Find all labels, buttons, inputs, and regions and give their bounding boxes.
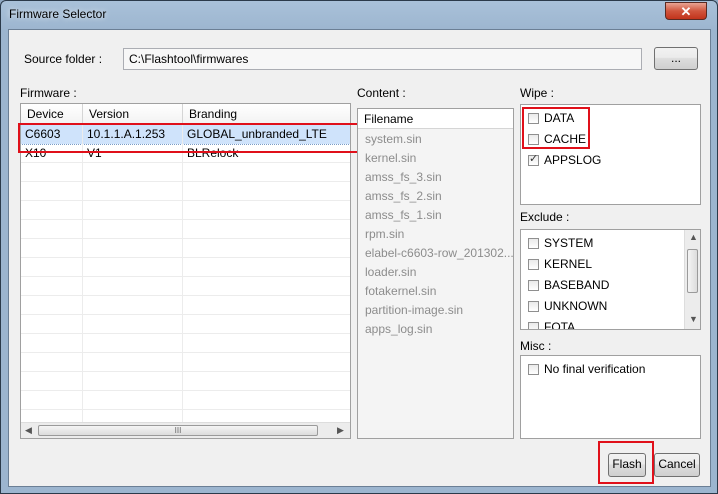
list-item: amss_fs_3.sin: [365, 170, 442, 184]
title-bar[interactable]: Firmware Selector ✕: [1, 1, 717, 29]
unchecked-box-icon[interactable]: [528, 280, 539, 291]
browse-button[interactable]: ...: [654, 47, 698, 70]
checkbox-label: BASEBAND: [544, 278, 610, 292]
checkbox-label: KERNEL: [544, 257, 593, 271]
exclude-label: Exclude :: [520, 210, 570, 224]
highlight-firmware-row: [18, 123, 365, 153]
column-header-version[interactable]: Version: [83, 104, 183, 124]
window-title: Firmware Selector: [9, 7, 107, 21]
scroll-up-icon[interactable]: ▲: [689, 232, 698, 242]
wipe-label: Wipe :: [520, 86, 555, 100]
highlight-flash-button: [598, 441, 654, 484]
list-item: elabel-c6603-row_201302...: [365, 246, 514, 260]
scroll-down-icon[interactable]: ▼: [689, 314, 698, 324]
firmware-label: Firmware :: [20, 86, 77, 100]
checkbox-misc-no-final-verification[interactable]: No final verification: [528, 362, 683, 378]
highlight-wipe-options: [522, 107, 590, 149]
content-list: Filename system.sin kernel.sin amss_fs_3.s…: [357, 108, 514, 439]
scroll-thumb[interactable]: III: [38, 425, 318, 436]
unchecked-box-icon[interactable]: [528, 322, 539, 329]
cancel-button[interactable]: Cancel: [654, 453, 700, 477]
source-folder-label: Source folder :: [24, 52, 103, 66]
unchecked-box-icon[interactable]: [528, 259, 539, 270]
checkbox-label: No final verification: [544, 362, 646, 376]
list-item: system.sin: [365, 132, 422, 146]
close-icon: ✕: [680, 4, 692, 19]
firmware-hscrollbar[interactable]: ◀ III ▶: [21, 422, 350, 438]
checkbox-exclude-baseband[interactable]: BASEBAND: [528, 278, 683, 294]
dialog-body: Source folder : C:\Flashtool\firmwares .…: [8, 29, 711, 487]
scroll-left-icon[interactable]: ◀: [25, 425, 32, 436]
list-item: apps_log.sin: [365, 322, 433, 336]
checkbox-label: SYSTEM: [544, 236, 594, 250]
list-item: rpm.sin: [365, 227, 405, 241]
list-item: kernel.sin: [365, 151, 417, 165]
content-label: Content :: [357, 86, 406, 100]
checkbox-label: UNKNOWN: [544, 299, 608, 313]
close-button[interactable]: ✕: [665, 2, 707, 20]
checkbox-exclude-system[interactable]: SYSTEM: [528, 236, 683, 252]
checkbox-wipe-appslog[interactable]: ✓ APPSLOG: [528, 153, 683, 169]
unchecked-box-icon[interactable]: [528, 238, 539, 249]
list-item: amss_fs_2.sin: [365, 189, 442, 203]
checked-box-icon[interactable]: ✓: [528, 153, 539, 166]
checkbox-label: FOTA: [544, 320, 576, 330]
column-header-device[interactable]: Device: [21, 104, 83, 124]
misc-label: Misc :: [520, 339, 552, 353]
unchecked-box-icon[interactable]: [528, 301, 539, 312]
list-item: fotakernel.sin: [365, 284, 437, 298]
column-header-filename: Filename: [358, 109, 513, 129]
checkbox-label: APPSLOG: [544, 153, 602, 167]
firmware-selector-window: Firmware Selector ✕ Source folder : C:\F…: [0, 0, 718, 494]
firmware-table: Device Version Branding C6603 10.1.1.A.1.…: [20, 103, 351, 439]
checkbox-exclude-kernel[interactable]: KERNEL: [528, 257, 683, 273]
list-item: loader.sin: [365, 265, 417, 279]
scroll-thumb[interactable]: [687, 249, 698, 293]
scroll-right-icon[interactable]: ▶: [337, 425, 344, 436]
list-item: partition-image.sin: [365, 303, 464, 317]
unchecked-box-icon[interactable]: [528, 364, 539, 375]
checkbox-exclude-unknown[interactable]: UNKNOWN: [528, 299, 683, 315]
exclude-vscrollbar[interactable]: ▲ ▼: [684, 230, 700, 329]
checkbox-exclude-fota[interactable]: FOTA: [528, 320, 683, 330]
misc-panel: No final verification: [520, 355, 701, 439]
checkmark-icon: ✓: [529, 153, 539, 165]
source-folder-field[interactable]: C:\Flashtool\firmwares: [123, 48, 642, 70]
exclude-panel: SYSTEM KERNEL BASEBAND UNKNOWN FOTA ▲ ▼: [520, 229, 701, 330]
list-item: amss_fs_1.sin: [365, 208, 442, 222]
column-header-branding[interactable]: Branding: [183, 104, 350, 124]
